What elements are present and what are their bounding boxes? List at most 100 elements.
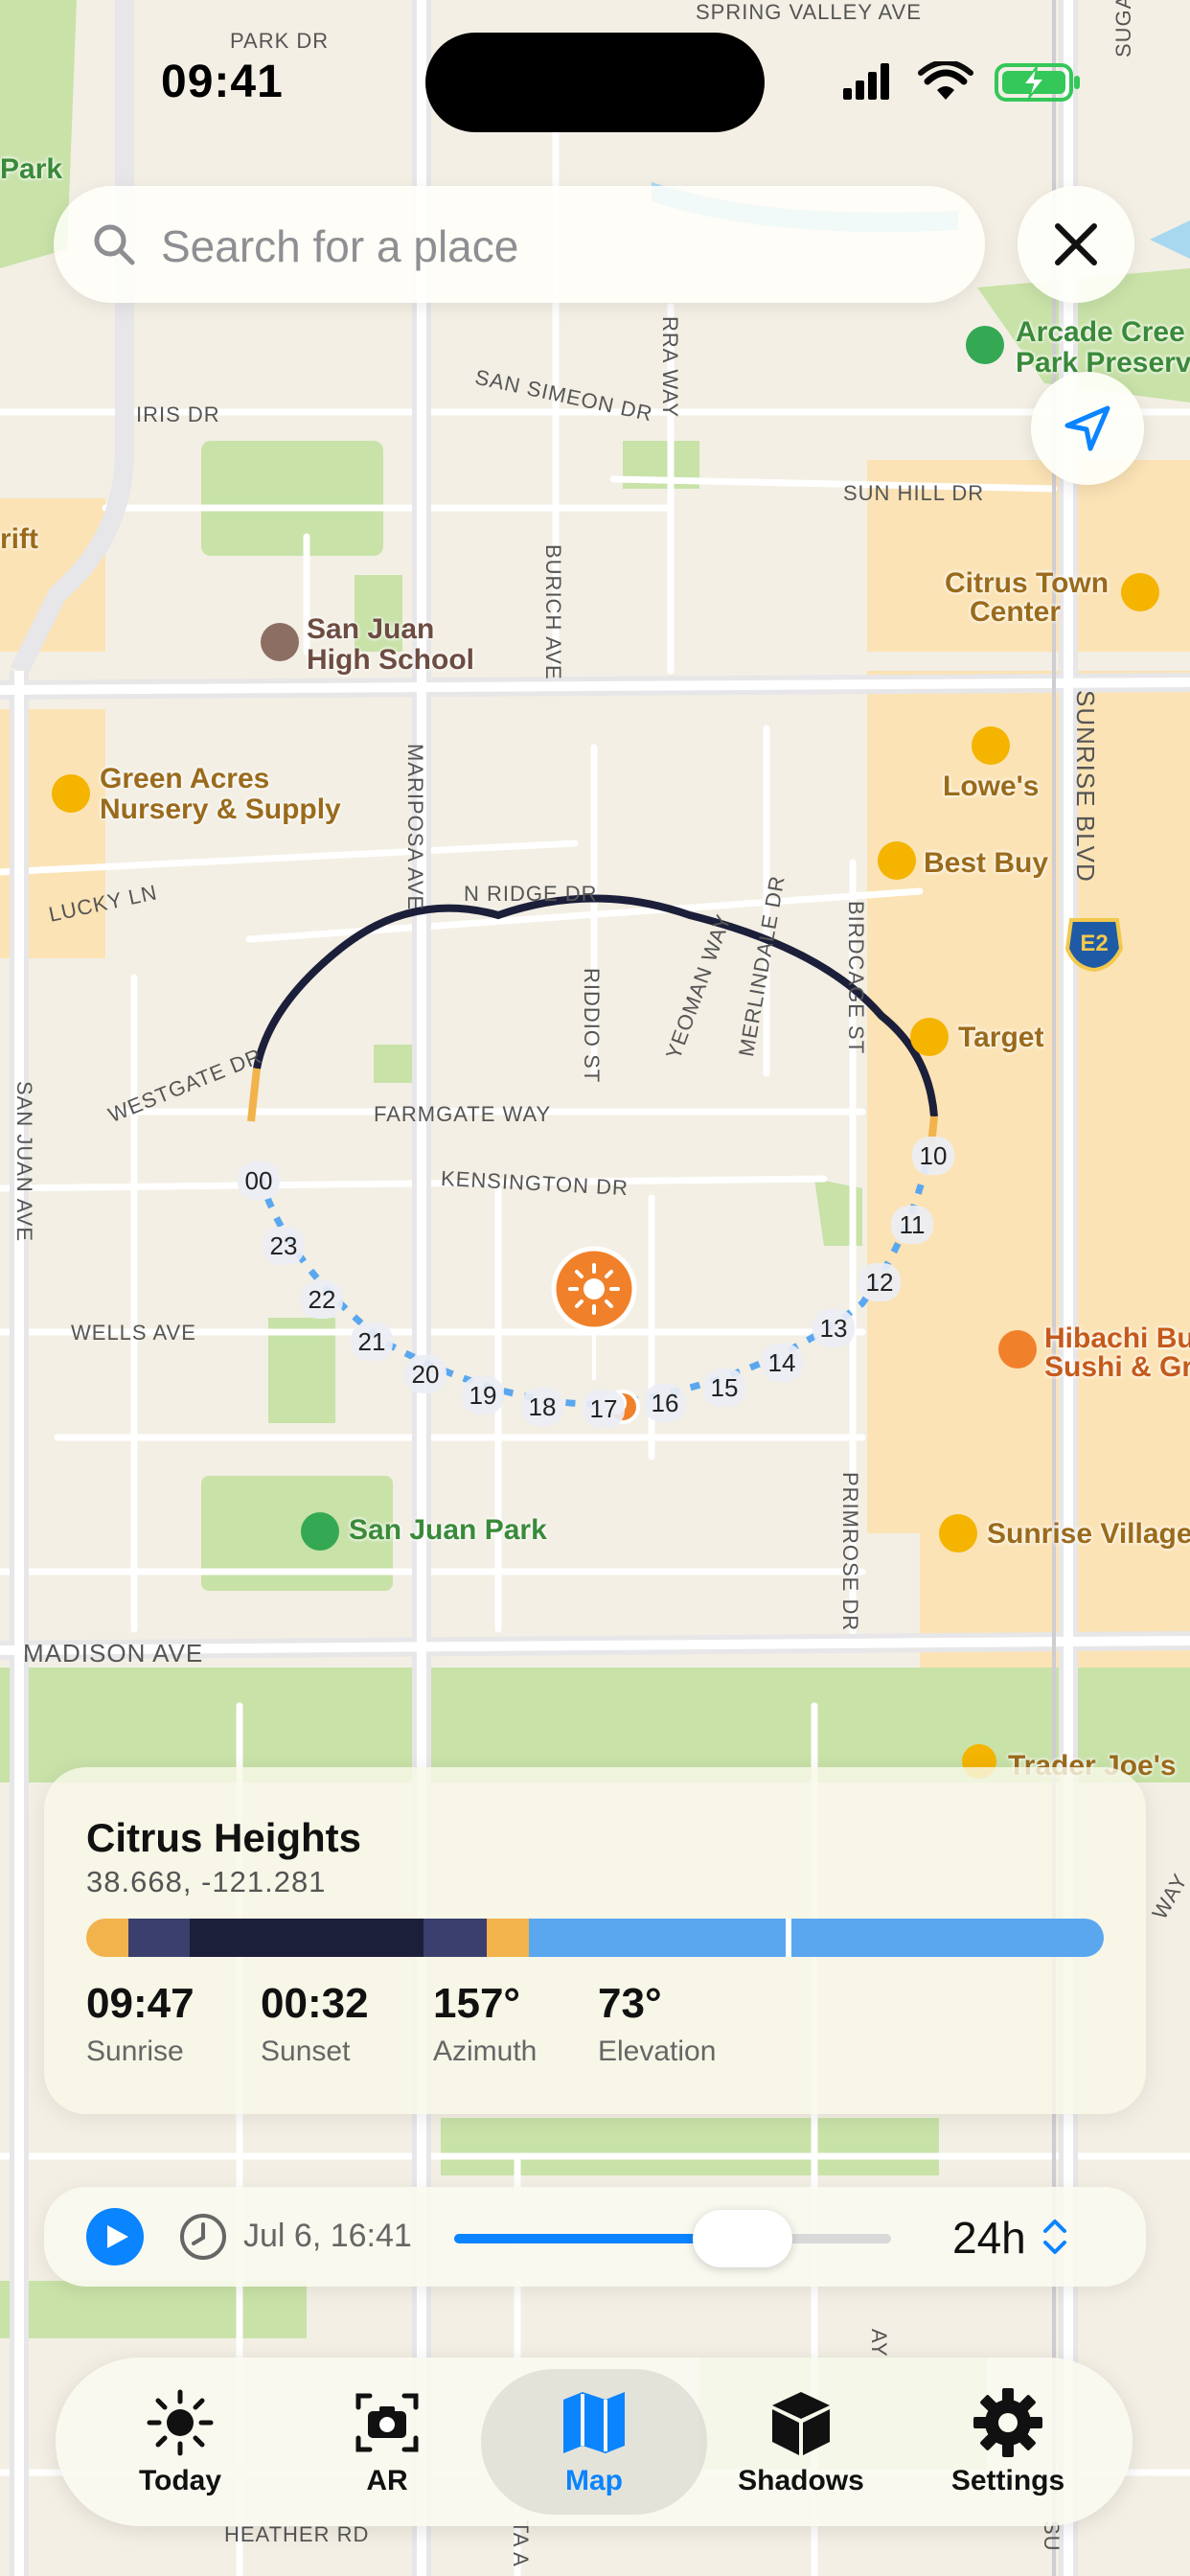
poi-label: Sunrise Village [987,1518,1190,1550]
street-label: PRIMROSE DR [838,1472,862,1632]
current-location-button[interactable] [1031,372,1144,485]
poi-label: San Juan Park [349,1514,547,1546]
slider-thumb[interactable] [692,2210,792,2267]
tab-label: Settings [950,2465,1065,2496]
poi-label: Green Acres [100,763,270,794]
tab-label: Today [138,2465,222,2496]
park-area [374,1045,412,1083]
street-label: SUNRISE BLVD [1071,690,1100,883]
range-label[interactable]: 24h [952,2212,1026,2264]
shopping-pin-icon[interactable] [910,1018,949,1056]
sunset-stat: 00:32 Sunset [261,1980,369,2068]
sunset-value: 00:32 [261,1980,369,2027]
wifi-icon [918,61,973,100]
street-label: SUN HILL DR [843,481,985,505]
park-pin-icon[interactable] [966,326,1004,364]
street-label: BIRDCAGE ST [844,901,868,1055]
location-coordinates: 38.668, -121.281 [86,1865,327,1898]
park-area [0,2281,307,2338]
sun-path-hour-label: 17 [583,1390,625,1428]
sun-path-hour-label: 20 [404,1355,446,1393]
street-label: PARK DR [230,29,330,53]
location-title: Citrus Heights [86,1815,362,1860]
date-time-label[interactable]: Jul 6, 16:41 [243,2218,412,2255]
shopping-pin-icon[interactable] [52,774,90,813]
time-control-bar: Jul 6, 16:41 24h [44,2187,1146,2287]
sun-path-hour-label: 10 [912,1137,954,1175]
street-label: N RIDGE DR [464,882,598,906]
tab-ar[interactable]: AR [291,2358,483,2526]
street-label: RRA WAY [658,316,682,419]
search-input[interactable]: Search for a place [161,220,518,272]
battery-icon [995,63,1080,102]
elevation-stat: 73° Elevation [598,1980,716,2068]
sun-path-hour-label: 16 [644,1384,686,1422]
search-bar[interactable]: Search for a place [54,186,985,303]
sun-path-hour-label: 23 [263,1227,305,1265]
azimuth-label: Azimuth [433,2036,538,2067]
street-label: AY [867,2329,891,2358]
park-pin-icon[interactable] [301,1512,339,1551]
play-button[interactable] [86,2208,144,2266]
close-button[interactable] [1018,186,1134,303]
tab-label: Shadows [738,2465,864,2496]
sunrise-value: 09:47 [86,1980,195,2027]
shopping-pin-icon[interactable] [878,841,916,880]
shopping-pin-icon[interactable] [1121,573,1159,611]
tab-label: AR [366,2465,408,2496]
location-arrow-icon [1064,405,1110,451]
sun-path-hour-label: 00 [238,1162,280,1200]
poi-label: Center [970,596,1062,628]
street-label: IRIS DR [136,402,220,426]
camera-icon [355,2393,419,2452]
school-pin-icon[interactable] [261,623,299,661]
timeline-segment-day [529,1919,786,1957]
street-label: SPRING VALLEY AVE [696,0,922,24]
sunrise-stat: 09:47 Sunrise [86,1980,195,2068]
azimuth-stat: 157° Azimuth [433,1980,537,2068]
poi-label: Sushi & Gri [1044,1351,1190,1383]
sunset-label: Sunset [261,2036,351,2067]
poi-label: Lowe's [943,770,1040,802]
tab-today[interactable]: Today [84,2358,276,2526]
sunrise-label: Sunrise [86,2036,184,2067]
play-icon [107,2225,128,2248]
location-card[interactable]: Citrus Heights 38.668, -121.281 09:47 Su… [44,1767,1146,2114]
tab-map[interactable]: Map [498,2358,690,2526]
street-label: BURICH AVE [541,544,565,680]
poi-label: Citrus Town [945,567,1110,599]
elevation-value: 73° [598,1980,662,2027]
azimuth-value: 157° [433,1980,521,2027]
time-slider[interactable] [454,2210,891,2267]
poi-label: Park [0,153,63,185]
timeline-segment-twilight [423,1919,487,1957]
elevation-label: Elevation [598,2036,717,2067]
street-label: SAN JUAN AVE [12,1081,36,1243]
sun-path-hour-label: 11 [891,1206,933,1244]
shopping-pin-icon[interactable] [972,726,1010,765]
route-shield-label: E2 [1080,931,1108,956]
tab-shadows[interactable]: Shadows [705,2358,897,2526]
status-time: 09:41 [161,57,284,107]
search-icon [94,224,135,265]
sun-path-hour-label: 12 [858,1263,901,1301]
sun-pin-icon [568,1263,620,1315]
sun-icon [147,2389,214,2456]
street-label: TA A [509,2520,533,2567]
poi-label: Arcade Cree [1016,316,1185,348]
restaurant-pin-icon[interactable] [998,1330,1037,1368]
timeline-segment-day [791,1919,1104,1957]
poi-label: Target [958,1022,1044,1053]
street-label: MARIPOSA AVE [403,744,427,911]
timeline-segment-twilight [128,1919,190,1957]
shopping-pin-icon[interactable] [939,1514,977,1552]
timeline-segment-night [190,1919,423,1957]
close-icon [1055,223,1097,265]
map-icon [563,2392,625,2453]
sun-path-hour-label: 21 [351,1322,393,1361]
sun-path-hour-label: 18 [521,1388,563,1426]
tab-settings[interactable]: Settings [912,2358,1104,2526]
signal-icon [843,63,889,100]
chevron-up-down-icon[interactable] [1041,2216,1069,2258]
cube-icon [772,2392,830,2455]
